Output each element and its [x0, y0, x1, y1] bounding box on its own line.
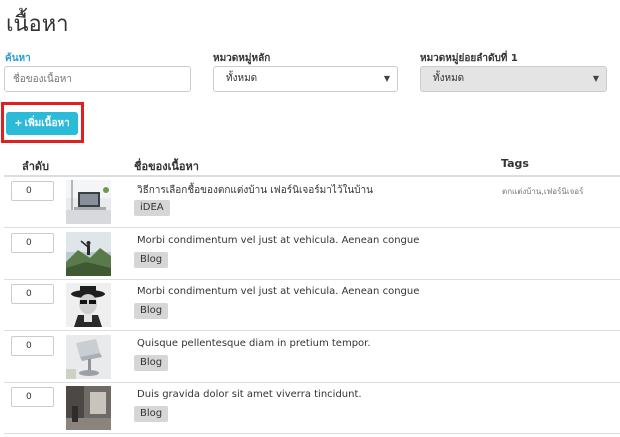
- category-badge: Blog: [134, 406, 169, 422]
- order-input[interactable]: 0: [11, 387, 54, 407]
- order-input[interactable]: 0: [11, 181, 54, 201]
- main-category-value: ทั้งหมด: [226, 73, 258, 84]
- main-category-label: หมวดหมู่หลัก: [213, 53, 271, 64]
- column-header-tags: Tags: [501, 157, 529, 170]
- table-row[interactable]: 0 Morbi condimentum vel just at vehicula…: [4, 229, 620, 280]
- content-tags: ตกแต่งบ้าน,เฟอร์นิเจอร์: [502, 187, 584, 196]
- category-badge: Blog: [134, 355, 169, 371]
- plus-icon: +: [14, 118, 23, 129]
- table-row[interactable]: 0 วิธีการเลือกชื้อของตกแต่งบ้าน เฟอร์นิเ…: [4, 177, 620, 228]
- order-input[interactable]: 0: [11, 336, 54, 356]
- content-title[interactable]: Quisque pellentesque diam in pretium tem…: [137, 338, 371, 349]
- add-content-label: เพิ่มเนื้อหา: [24, 118, 70, 129]
- category-badge: Blog: [134, 252, 169, 268]
- sub-category-value: ทั้งหมด: [433, 73, 465, 84]
- page-title: เนื้อหา: [6, 12, 69, 37]
- sub-category-select[interactable]: ทั้งหมด ▼: [420, 66, 607, 92]
- table-row[interactable]: 0 Quisque pellentesque diam in pretium t…: [4, 332, 620, 383]
- thumbnail-image: [66, 335, 111, 379]
- table-row[interactable]: 0 Duis gravida dolor sit amet viverra ti…: [4, 383, 620, 434]
- chevron-down-icon: ▼: [592, 74, 599, 83]
- thumbnail-image: [66, 386, 111, 430]
- category-badge: iDEA: [134, 200, 170, 216]
- search-input[interactable]: [4, 66, 191, 92]
- thumbnail-image: [66, 283, 111, 327]
- thumbnail-image: [66, 180, 111, 224]
- column-header-name: ชื่อของเนื้อหา: [134, 160, 199, 173]
- search-label: ค้นหา: [5, 53, 31, 64]
- chevron-down-icon: ▼: [383, 74, 390, 83]
- order-input[interactable]: 0: [11, 233, 54, 253]
- content-title[interactable]: Morbi condimentum vel just at vehicula. …: [137, 286, 419, 297]
- content-title[interactable]: Morbi condimentum vel just at vehicula. …: [137, 235, 419, 246]
- thumbnail-image: [66, 232, 111, 276]
- content-title[interactable]: วิธีการเลือกชื้อของตกแต่งบ้าน เฟอร์นิเจอ…: [137, 183, 373, 198]
- table-row[interactable]: 0 Morbi condimentum vel just at vehicula…: [4, 280, 620, 331]
- main-category-select[interactable]: ทั้งหมด ▼: [213, 66, 398, 92]
- order-input[interactable]: 0: [11, 284, 54, 304]
- column-header-order: ลำดับ: [22, 160, 50, 173]
- content-title[interactable]: Duis gravida dolor sit amet viverra tinc…: [137, 389, 362, 400]
- category-badge: Blog: [134, 303, 169, 319]
- sub-category-label: หมวดหมู่ย่อยลำดับที่ 1: [420, 53, 518, 64]
- add-content-button[interactable]: + เพิ่มเนื้อหา: [6, 112, 78, 135]
